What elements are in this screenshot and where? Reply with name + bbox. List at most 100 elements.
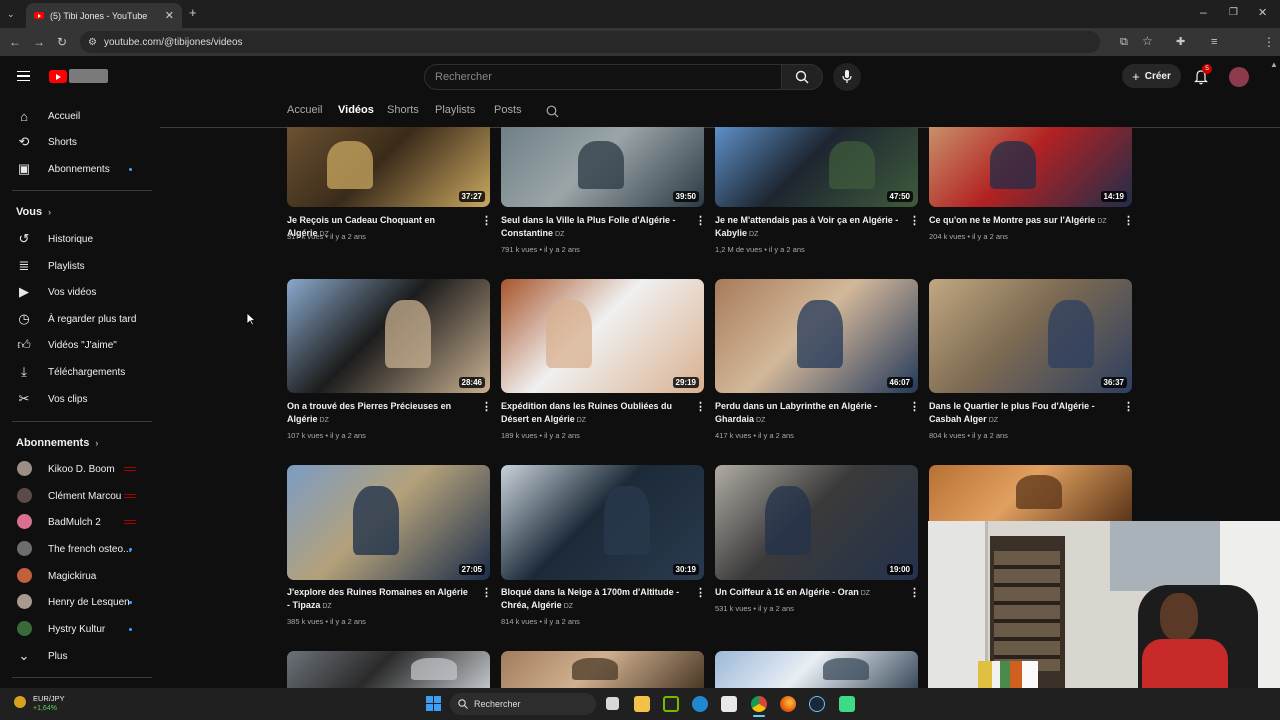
video-title[interactable]: Expédition dans les Ruines Oubliées du D… — [501, 400, 687, 427]
video-title[interactable]: On a trouvé des Pierres Précieuses en Al… — [287, 400, 473, 427]
video-thumbnail[interactable]: 14:19 — [929, 127, 1132, 207]
windows-start-icon[interactable] — [426, 696, 441, 711]
sidebar-item-history[interactable]: ↺ Historique — [0, 226, 150, 252]
sidebar-item-shorts[interactable]: ⟲ Shorts — [0, 129, 150, 155]
sidebar-item-playlists[interactable]: ≣ Playlists — [0, 253, 150, 279]
back-icon[interactable]: ← — [9, 36, 21, 48]
video-title[interactable]: J'explore des Ruines Romaines en Algérie… — [287, 586, 473, 613]
search-input[interactable]: Rechercher — [424, 64, 782, 90]
video-more-options-icon[interactable]: ⋮ — [481, 215, 492, 227]
url-field[interactable]: ⚙ youtube.com/@tibijones/videos — [80, 31, 1100, 53]
media-control-icon[interactable]: ≡ — [1211, 36, 1217, 48]
hamburger-menu-icon[interactable] — [17, 71, 30, 81]
video-thumbnail[interactable] — [715, 651, 918, 688]
video-title[interactable]: Ce qu'on ne te Montre pas sur l'Algérie D… — [929, 214, 1115, 228]
video-more-options-icon[interactable]: ⋮ — [695, 587, 706, 599]
video-thumbnail[interactable]: 39:50 — [501, 127, 704, 207]
video-more-options-icon[interactable]: ⋮ — [695, 215, 706, 227]
video-more-options-icon[interactable]: ⋮ — [481, 587, 492, 599]
video-title[interactable]: Je ne M'attendais pas à Voir ça en Algér… — [715, 214, 901, 241]
video-more-options-icon[interactable]: ⋮ — [1123, 401, 1134, 413]
edge-icon[interactable] — [692, 696, 708, 712]
browser-menu-icon[interactable]: ⋮ — [1263, 36, 1275, 48]
sidebar-subscription-item[interactable]: Hystry Kultur — [0, 616, 150, 642]
tab-shorts[interactable]: Shorts — [387, 104, 419, 116]
video-more-options-icon[interactable]: ⋮ — [909, 401, 920, 413]
video-thumbnail[interactable] — [287, 651, 490, 688]
sidebar-item-abonnements[interactable]: ▣ Abonnements — [0, 156, 150, 182]
sidebar-item-download[interactable]: ⤓ Téléchargements — [0, 359, 150, 385]
video-thumbnail[interactable]: 46:07 — [715, 279, 918, 393]
video-thumbnail[interactable]: 36:37 — [929, 279, 1132, 393]
sidebar-subscription-item[interactable]: BadMulch 2 — [0, 509, 150, 535]
video-thumbnail[interactable]: 47:50 — [715, 127, 918, 207]
video-more-options-icon[interactable]: ⋮ — [909, 215, 920, 227]
reload-icon[interactable]: ↻ — [57, 36, 67, 48]
video-thumbnail[interactable]: 29:19 — [501, 279, 704, 393]
tab-vidos[interactable]: Vidéos — [338, 104, 374, 116]
video-more-options-icon[interactable]: ⋮ — [481, 401, 492, 413]
close-window-icon[interactable]: ✕ — [1258, 7, 1267, 19]
tab-list-icon[interactable]: ⌄ — [7, 8, 15, 20]
tab-posts[interactable]: Posts — [494, 104, 522, 116]
sidebar-item-like[interactable]: 👍︎ Vidéos "J'aime" — [0, 332, 150, 358]
sidebar-item-accueil[interactable]: ⌂ Accueil — [0, 103, 150, 129]
site-info-icon[interactable]: ⚙ — [88, 37, 97, 48]
voice-search-button[interactable] — [833, 63, 861, 91]
install-app-icon[interactable]: ⧉ — [1120, 36, 1128, 48]
tab-close-icon[interactable]: ✕ — [165, 9, 174, 22]
search-button[interactable] — [781, 64, 823, 90]
video-thumbnail[interactable]: 27:05 — [287, 465, 490, 580]
bookmark-star-icon[interactable]: ☆ — [1142, 35, 1153, 47]
sidebar-subscription-item[interactable]: Magickirua — [0, 563, 150, 589]
tab-playlists[interactable]: Playlists — [435, 104, 475, 116]
video-more-options-icon[interactable]: ⋮ — [1123, 215, 1134, 227]
video-thumbnail[interactable] — [501, 651, 704, 688]
sidebar-item-your-videos[interactable]: ▶ Vos vidéos — [0, 279, 150, 305]
task-view-icon[interactable] — [606, 697, 619, 710]
video-thumbnail[interactable]: 28:46 — [287, 279, 490, 393]
sidebar-subscription-item[interactable]: Kikoo D. Boom — [0, 456, 150, 482]
taskbar-search[interactable]: Rechercher — [450, 693, 596, 715]
sidebar-subscription-item[interactable]: The french osteo... — [0, 536, 150, 562]
video-title[interactable]: Bloqué dans la Neige à 1700m d'Altitude … — [501, 586, 687, 613]
new-tab-button[interactable]: + — [189, 6, 197, 19]
video-more-options-icon[interactable]: ⋮ — [909, 587, 920, 599]
extensions-icon[interactable]: ✚ — [1176, 36, 1185, 48]
youtube-logo-icon[interactable] — [49, 70, 67, 83]
sidebar-more-button[interactable]: ⌄ Plus — [0, 643, 150, 669]
sidebar-you-heading[interactable]: Vous › — [16, 206, 51, 218]
video-title[interactable]: Dans le Quartier le plus Fou d'Algérie -… — [929, 400, 1115, 427]
scrollbar-up-arrow-icon[interactable]: ▲ — [1270, 60, 1278, 69]
video-thumbnail[interactable]: 37:27 — [287, 127, 490, 207]
minimize-icon[interactable]: – — [1200, 6, 1207, 18]
sidebar-subscription-item[interactable]: Henry de Lesquen — [0, 589, 150, 615]
chrome-icon[interactable] — [751, 696, 767, 712]
video-thumbnail[interactable]: 19:00 — [715, 465, 918, 580]
video-title[interactable]: Un Coiffeur à 1€ en Algérie - Oran DZ — [715, 586, 901, 600]
video-title[interactable]: Perdu dans un Labyrinthe en Algérie - Gh… — [715, 400, 901, 427]
steam-icon[interactable] — [809, 696, 825, 712]
file-explorer-icon[interactable] — [634, 696, 650, 712]
sidebar-subscriptions-heading[interactable]: Abonnements › — [16, 437, 98, 449]
android-app-icon[interactable] — [839, 696, 855, 712]
account-avatar[interactable] — [1229, 67, 1249, 87]
channel-search-icon[interactable] — [546, 105, 559, 118]
firefox-icon[interactable] — [780, 696, 796, 712]
video-title[interactable]: Seul dans la Ville la Plus Folle d'Algér… — [501, 214, 687, 241]
video-thumbnail[interactable] — [929, 465, 1132, 521]
create-button[interactable]: + Créer — [1122, 64, 1181, 88]
store-icon[interactable] — [721, 696, 737, 712]
sidebar-item-clips[interactable]: ✂ Vos clips — [0, 386, 150, 412]
notifications-button[interactable]: 5 — [1192, 64, 1212, 86]
sidebar-item-watch-later[interactable]: ◷ À regarder plus tard — [0, 306, 150, 332]
nvidia-icon[interactable] — [663, 696, 679, 712]
tab-accueil[interactable]: Accueil — [287, 104, 322, 116]
sidebar-subscription-item[interactable]: Clément Marcou — [0, 483, 150, 509]
forward-icon[interactable]: → — [33, 36, 45, 48]
browser-tab-youtube[interactable]: (5) Tibi Jones - YouTube ✕ — [26, 3, 182, 28]
stock-widget[interactable]: EUR/JPY +1,64% — [8, 692, 88, 716]
maximize-icon[interactable]: ❐ — [1229, 7, 1238, 19]
video-more-options-icon[interactable]: ⋮ — [695, 401, 706, 413]
video-thumbnail[interactable]: 30:19 — [501, 465, 704, 580]
